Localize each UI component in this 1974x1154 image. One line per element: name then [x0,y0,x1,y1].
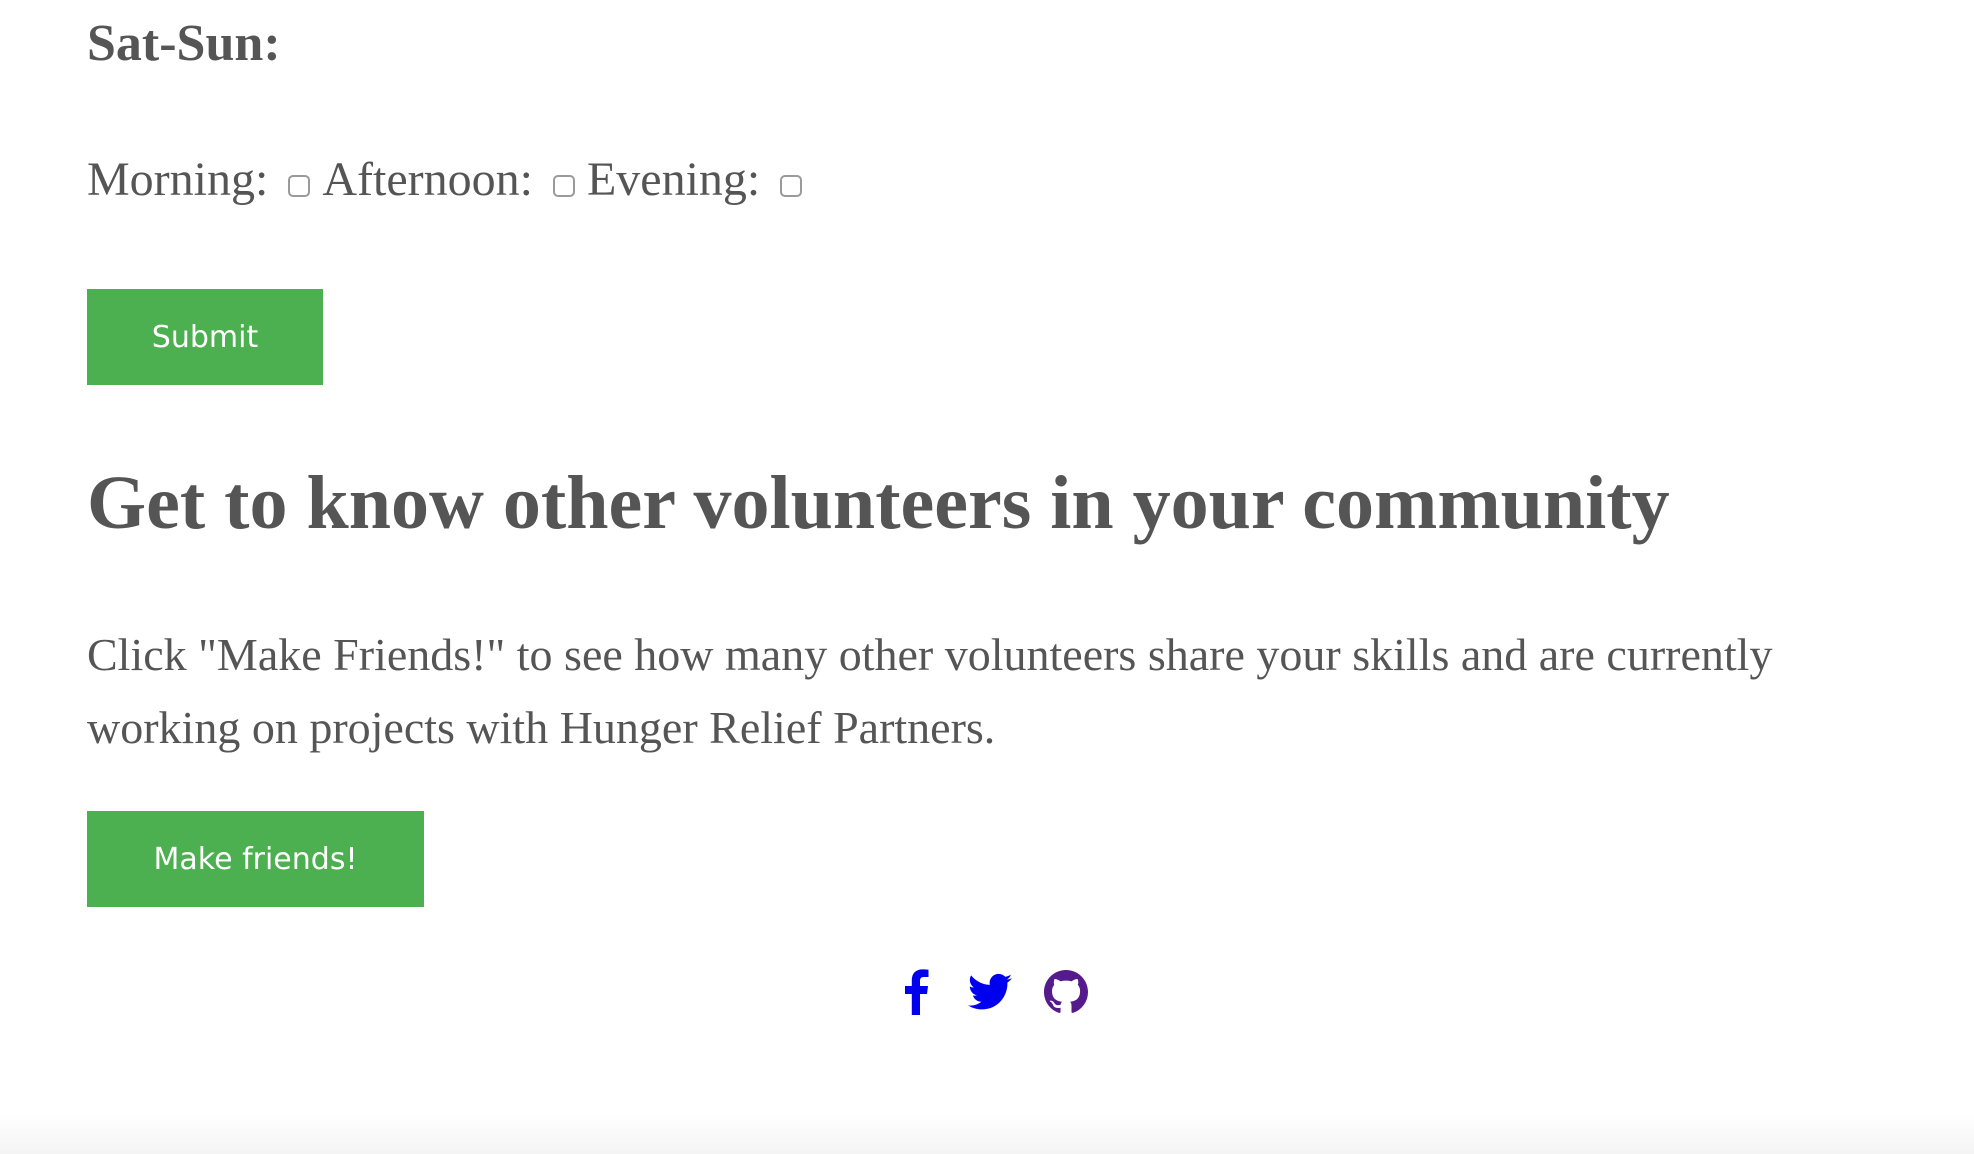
facebook-link[interactable] [890,969,942,1015]
twitter-link[interactable] [958,973,1022,1011]
make-friends-button[interactable]: Make friends! [87,811,424,907]
social-links [890,962,1096,1022]
morning-label: Morning: [87,153,269,206]
community-description: Click "Make Friends!" to see how many ot… [87,629,1773,753]
time-slot-row: Morning: Afternoon: Evening: [87,148,814,212]
github-link[interactable] [1036,970,1096,1014]
twitter-icon [968,973,1012,1010]
community-heading: Get to know other volunteers in your com… [87,461,1670,545]
day-heading: Sat-Sun: [87,15,281,72]
morning-checkbox[interactable] [288,175,311,197]
facebook-icon [905,969,929,1015]
page-bottom-edge [0,1114,1974,1154]
page: Sat-Sun: Morning: Afternoon: Evening: Su… [0,0,1974,1154]
afternoon-checkbox[interactable] [552,175,575,197]
afternoon-label: Afternoon: [322,153,533,206]
evening-label: Evening: [586,153,761,206]
submit-button[interactable]: Submit [87,289,323,385]
evening-checkbox[interactable] [780,175,803,197]
github-icon [1044,970,1088,1013]
